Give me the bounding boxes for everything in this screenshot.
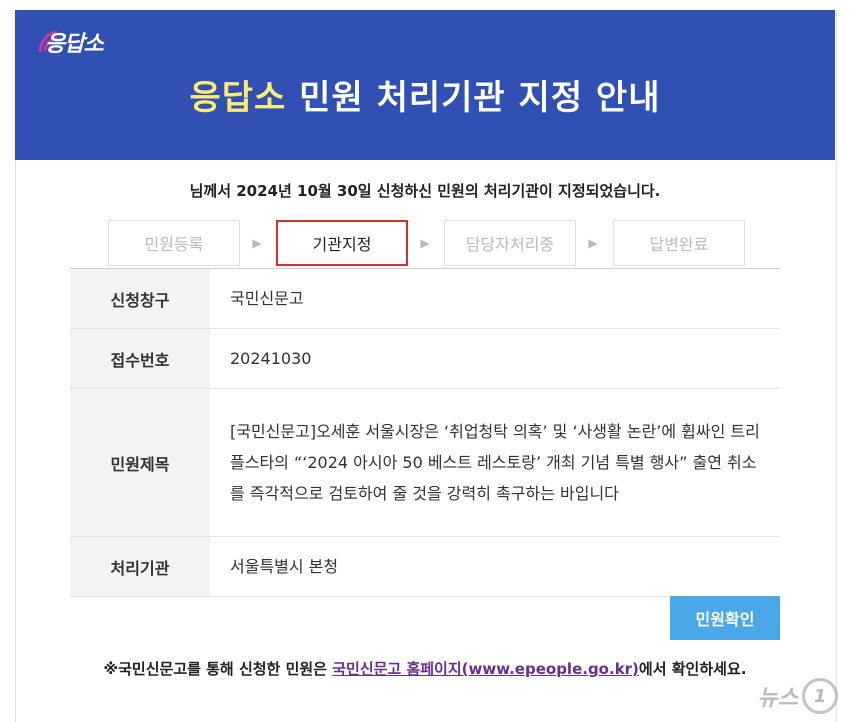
step-registration: 민원등록 [108, 220, 240, 266]
header-banner: 응답소 응답소 민원 처리기관 지정 안내 [15, 10, 835, 160]
row-value: [국민신문고]오세훈 서울시장은 ‘취업청탁 의혹’ 및 ‘사생활 논란’에 휩… [230, 422, 760, 503]
table-row: 처리기관 서울특별시 본청 [70, 537, 780, 597]
row-value: 국민신문고 [230, 289, 304, 308]
title-accent: 응답소 [189, 78, 287, 118]
row-label: 민원제목 [70, 389, 210, 536]
step-arrow-icon: ▶ [252, 236, 262, 250]
watermark-text: 뉴스 [757, 686, 798, 711]
step-agency-assigned: 기관지정 [276, 220, 408, 266]
row-label: 접수번호 [70, 329, 210, 388]
row-value: 20241030 [230, 349, 312, 368]
logo-text: 응답소 [45, 31, 104, 57]
epeople-link[interactable]: 국민신문고 홈페이지(www.epeople.go.kr) [332, 660, 639, 678]
info-table: 신청창구 국민신문고 접수번호 20241030 민원제목 [국민신문고]오세훈… [70, 269, 780, 597]
step-in-progress: 담당자처리중 [444, 220, 576, 266]
footer-prefix: ※국민신문고를 통해 신청한 민원은 [103, 660, 333, 678]
notice-text: 님께서 2024년 10월 30일 신청하신 민원의 처리기관이 지정되었습니다… [189, 182, 661, 200]
table-row: 신청창구 국민신문고 [70, 269, 780, 329]
news1-watermark: 뉴스 1 [758, 678, 838, 714]
row-label: 신청창구 [70, 269, 210, 328]
step-answered: 답변완료 [613, 220, 745, 266]
watermark-circle-icon: 1 [802, 678, 838, 714]
title-rest: 민원 처리기관 지정 안내 [286, 78, 661, 118]
page-title: 응답소 민원 처리기관 지정 안내 [15, 70, 835, 119]
table-row: 접수번호 20241030 [70, 329, 780, 389]
footer-note: ※국민신문고를 통해 신청한 민원은 국민신문고 홈페이지(www.epeopl… [15, 656, 835, 682]
row-label: 처리기관 [70, 537, 210, 596]
step-arrow-icon: ▶ [588, 236, 598, 250]
row-value: 서울특별시 본청 [230, 557, 339, 576]
confirm-complaint-button[interactable]: 민원확인 [670, 596, 780, 640]
footer-suffix: 에서 확인하세요. [638, 660, 747, 678]
progress-steps: 민원등록 ▶ 기관지정 ▶ 담당자처리중 ▶ 답변완료 [0, 220, 850, 270]
step-arrow-icon: ▶ [420, 236, 430, 250]
table-row: 민원제목 [국민신문고]오세훈 서울시장은 ‘취업청탁 의혹’ 및 ‘사생활 논… [70, 389, 780, 537]
